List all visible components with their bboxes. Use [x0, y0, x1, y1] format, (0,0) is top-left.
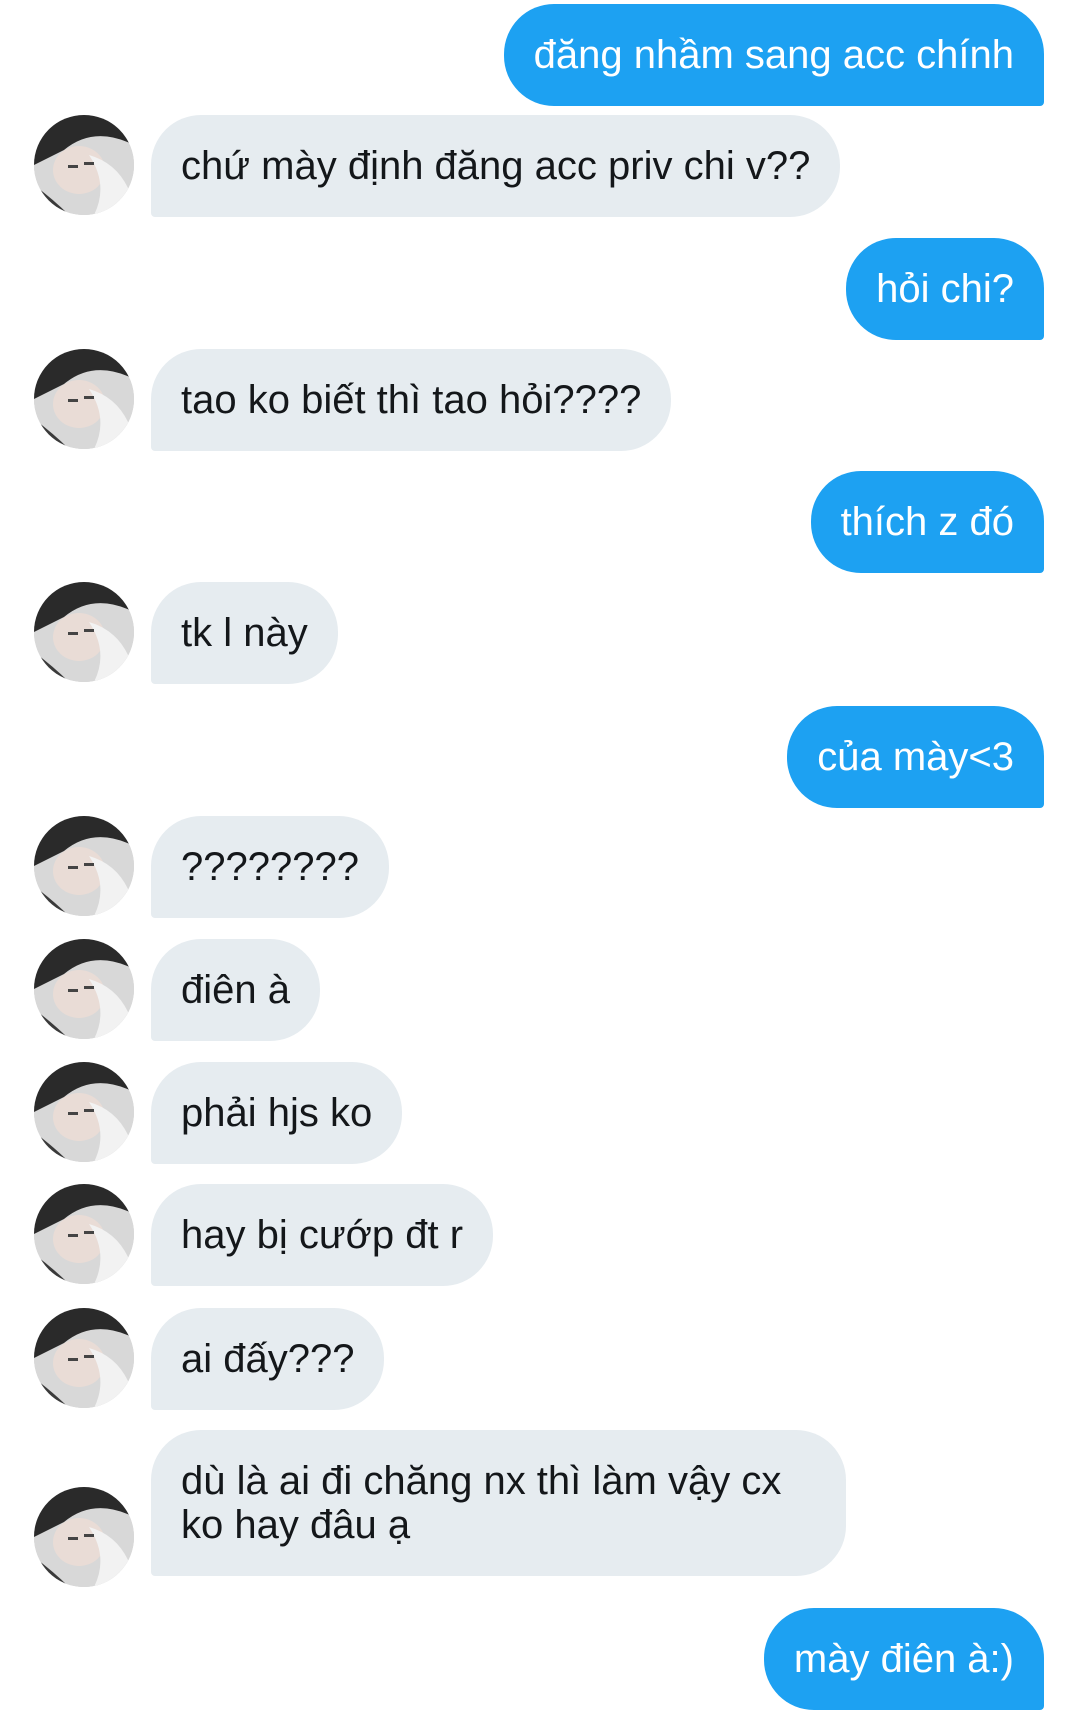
outgoing-message[interactable]: hỏi chi? — [846, 238, 1044, 340]
incoming-message[interactable]: tk l này — [151, 582, 338, 684]
contact-avatar[interactable] — [34, 1184, 134, 1284]
contact-avatar[interactable] — [34, 1487, 134, 1587]
contact-avatar[interactable] — [34, 1308, 134, 1408]
contact-avatar[interactable] — [34, 816, 134, 916]
contact-avatar[interactable] — [34, 1062, 134, 1162]
incoming-message[interactable]: phải hjs ko — [151, 1062, 403, 1164]
incoming-message[interactable]: chứ mày định đăng acc priv chi v?? — [151, 115, 841, 217]
outgoing-message[interactable]: của mày<3 — [787, 706, 1044, 808]
contact-avatar[interactable] — [34, 582, 134, 682]
outgoing-message[interactable]: thích z đó — [810, 471, 1044, 573]
incoming-message[interactable]: điên à — [151, 939, 320, 1041]
contact-avatar[interactable] — [34, 349, 134, 449]
incoming-message[interactable]: ai đấy??? — [151, 1308, 385, 1410]
incoming-message[interactable]: hay bị cướp đt r — [151, 1184, 494, 1286]
outgoing-message[interactable]: đăng nhầm sang acc chính — [503, 4, 1044, 106]
incoming-message[interactable]: tao ko biết thì tao hỏi???? — [151, 349, 672, 451]
outgoing-message[interactable]: mày điên à:) — [763, 1608, 1044, 1710]
contact-avatar[interactable] — [34, 115, 134, 215]
incoming-message[interactable]: ???????? — [151, 816, 389, 918]
incoming-message[interactable]: dù là ai đi chăng nx thì làm vậy cx ko h… — [151, 1430, 846, 1576]
message-thread: đăng nhầm sang acc chính chứ mày định đă… — [0, 0, 1080, 1717]
contact-avatar[interactable] — [34, 939, 134, 1039]
